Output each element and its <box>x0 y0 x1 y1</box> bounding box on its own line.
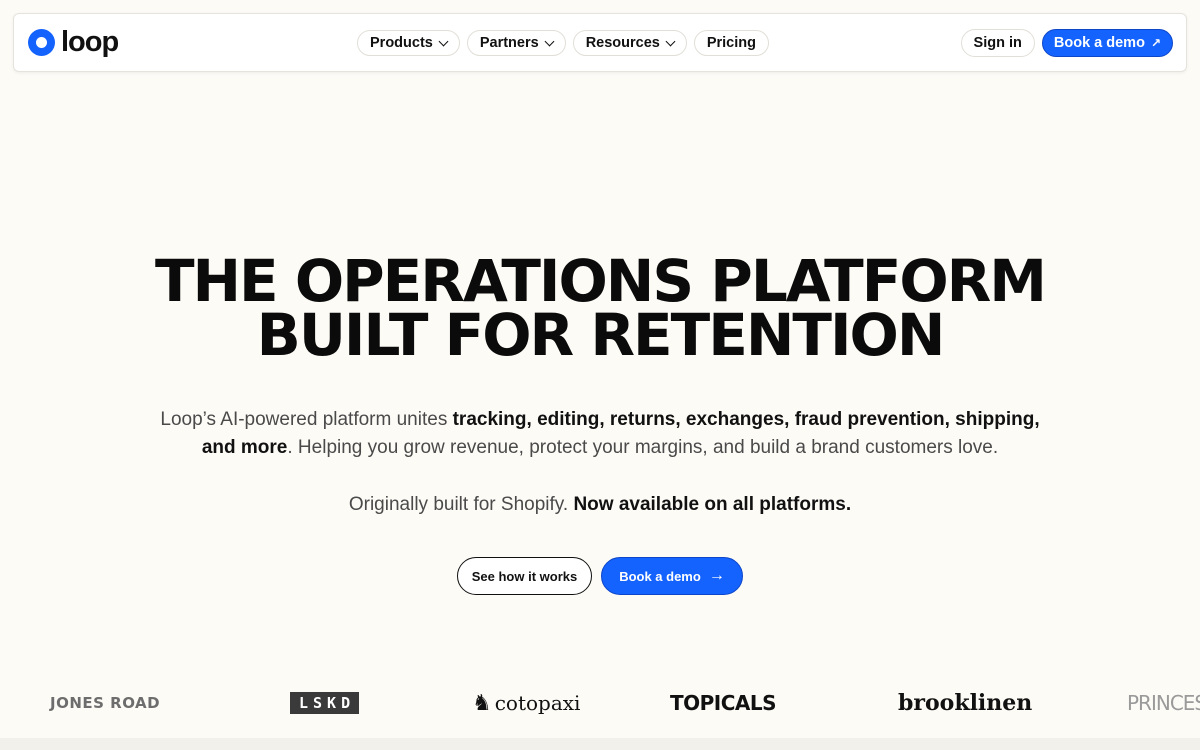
book-demo-nav-button[interactable]: Book a demo ↗ <box>1041 29 1173 57</box>
nav-item-partners[interactable]: Partners <box>466 30 566 56</box>
topicals-logo: TOPICALS <box>670 691 777 715</box>
loop-logo-mark-icon <box>28 29 55 56</box>
main-nav: Products Partners Resources Pricing <box>357 30 769 56</box>
loop-logo[interactable]: loop <box>28 26 119 58</box>
princess-logo: PRINCESS <box>1127 691 1200 715</box>
platform-note-intro: Originally built for Shopify. <box>348 494 574 515</box>
platform-note: Originally built for Shopify. Now availa… <box>0 491 1200 519</box>
hero-description-intro: Loop’s AI-powered platform unites <box>160 409 453 430</box>
nav-item-label: Pricing <box>706 35 756 51</box>
lskd-wordmark: LSKD <box>290 692 360 714</box>
arrow-up-right-icon: ↗ <box>1150 36 1161 50</box>
nav-item-label: Resources <box>585 35 660 51</box>
lskd-logo: LSKD <box>290 680 360 726</box>
nav-item-products[interactable]: Products <box>357 30 460 56</box>
nav-item-resources[interactable]: Resources <box>572 30 687 56</box>
chevron-down-icon <box>665 36 676 46</box>
chevron-down-icon <box>438 36 449 46</box>
nav-actions: Sign in Book a demo ↗ <box>960 29 1173 57</box>
nav-item-label: Products <box>370 35 433 51</box>
nav-item-label: Partners <box>479 35 539 51</box>
hero-description-outro: . Helping you grow revenue, protect your… <box>287 437 999 458</box>
brooklinen-logo: brooklinen <box>898 690 1033 716</box>
headline-line-2: BUILT FOR RETENTION <box>256 301 946 369</box>
jones-road-logo: JONES ROAD <box>50 694 161 712</box>
llama-icon: ♞ <box>472 690 492 716</box>
book-demo-hero-label: Book a demo <box>619 568 701 584</box>
section-divider <box>0 738 1200 750</box>
cotopaxi-logo: ♞ cotopaxi <box>472 680 580 726</box>
logo-wordmark: loop <box>61 26 119 58</box>
cotopaxi-wordmark: cotopaxi <box>494 691 581 715</box>
platform-note-highlight: Now available on all platforms. <box>573 494 852 515</box>
hero-description: Loop’s AI-powered platform unites tracki… <box>150 406 1050 462</box>
arrow-right-icon: → <box>708 567 725 584</box>
hero-headline: THE OPERATIONS PLATFORM BUILT FOR RETENT… <box>0 247 1200 369</box>
see-how-it-works-button[interactable]: See how it works <box>457 557 592 595</box>
headline-line-1: THE OPERATIONS PLATFORM <box>154 247 1047 315</box>
top-navbar: loop Products Partners Resources Pricing… <box>13 13 1187 72</box>
customer-logo-strip: JONES ROAD LSKD ♞ cotopaxi TOPICALS broo… <box>0 680 1200 726</box>
hero-cta-group: See how it works Book a demo → <box>457 557 743 595</box>
sign-in-button[interactable]: Sign in <box>960 29 1035 57</box>
chevron-down-icon <box>544 36 555 46</box>
book-demo-label: Book a demo <box>1053 35 1145 51</box>
book-demo-hero-button[interactable]: Book a demo → <box>601 557 743 595</box>
nav-item-pricing[interactable]: Pricing <box>693 30 769 56</box>
